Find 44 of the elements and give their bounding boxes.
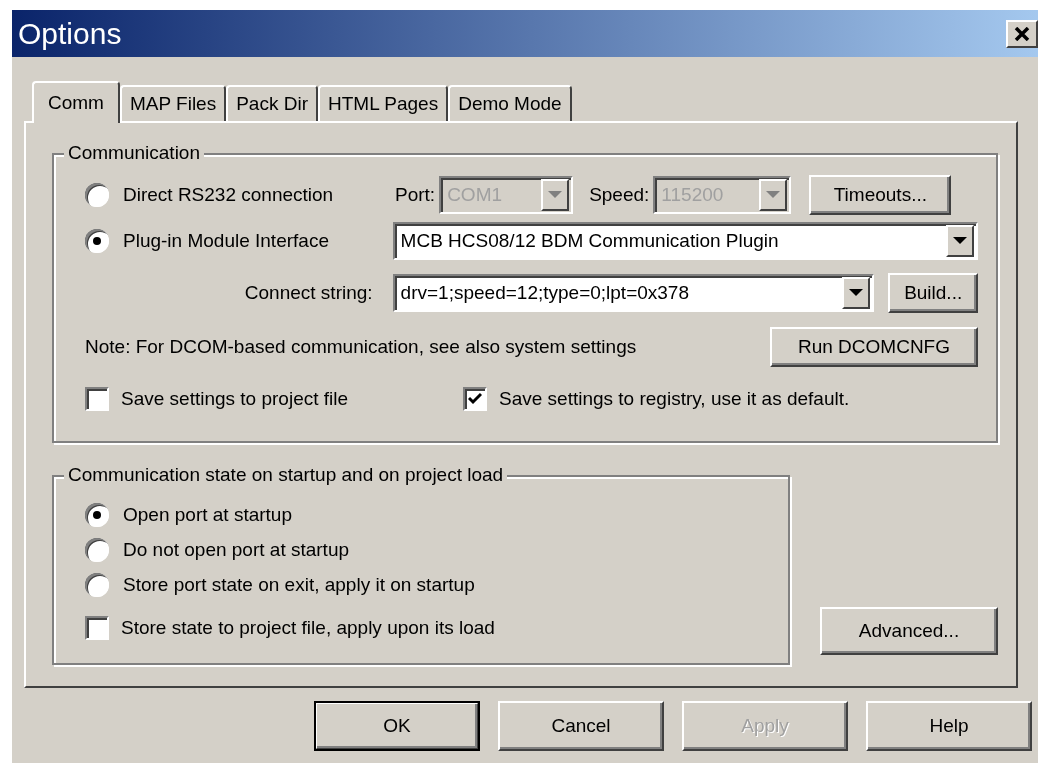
caret-icon xyxy=(548,191,563,199)
field-label: Speed: xyxy=(589,184,650,206)
radio-button[interactable] xyxy=(85,502,109,527)
radio-label: Do not open port at startup xyxy=(123,538,350,561)
radio-label: Open port at startup xyxy=(123,503,292,526)
dropdown-button[interactable] xyxy=(946,225,974,257)
checkbox-label: Save settings to project file xyxy=(121,388,349,410)
radio-label: Direct RS232 connection xyxy=(123,184,334,206)
plugin-dropdown[interactable]: MCB HCS08/12 BDM Communication Plugin xyxy=(392,222,978,260)
checkbox[interactable] xyxy=(85,616,109,640)
close-button[interactable] xyxy=(1006,19,1038,48)
tab[interactable]: Demo Mode xyxy=(448,85,572,121)
checkbox-label: Store state to project file, apply upon its load xyxy=(121,617,495,639)
ok-button[interactable]: OK xyxy=(314,701,480,751)
note-text: Note: For DCOM-based communication, see also system settings xyxy=(85,336,638,358)
caret-icon xyxy=(849,289,864,297)
caret-icon xyxy=(953,237,967,245)
window-title: Options xyxy=(18,16,122,51)
checkbox[interactable] xyxy=(463,387,487,411)
check-icon xyxy=(468,392,482,406)
tab[interactable]: Pack Dir xyxy=(226,85,318,121)
tab[interactable]: MAP Files xyxy=(119,85,227,121)
dropdown-button[interactable] xyxy=(842,277,871,309)
advanced-button[interactable]: Advanced... xyxy=(820,607,998,655)
timeouts-button[interactable]: Timeouts... xyxy=(809,175,952,215)
dcom-button[interactable]: Run DCOMCNFG xyxy=(770,327,978,367)
field-label: Port: xyxy=(395,184,436,206)
field-label: Connect string: xyxy=(243,282,374,304)
radio-button[interactable] xyxy=(85,229,109,253)
help-button[interactable]: Help xyxy=(866,701,1032,751)
tab[interactable]: Comm xyxy=(32,81,120,123)
checkbox-label: Save settings to registry, use it as default. xyxy=(499,388,850,410)
checkbox[interactable] xyxy=(85,387,109,411)
build-button[interactable]: Build... xyxy=(888,273,978,313)
cancel-button[interactable]: Cancel xyxy=(498,701,664,751)
radio-button[interactable] xyxy=(85,183,109,207)
caret-icon xyxy=(766,191,781,199)
radio-button[interactable] xyxy=(85,572,109,597)
radio-label: Plug-in Module Interface xyxy=(123,230,329,252)
radio-button[interactable] xyxy=(85,537,109,562)
radio-label: Store port state on exit, apply it on startup xyxy=(123,573,475,596)
tab[interactable]: HTML Pages xyxy=(318,85,449,121)
close-icon xyxy=(1014,26,1030,41)
connect-string-combo[interactable]: drv=1;speed=12;type=0;lpt=0x378 xyxy=(392,274,875,312)
